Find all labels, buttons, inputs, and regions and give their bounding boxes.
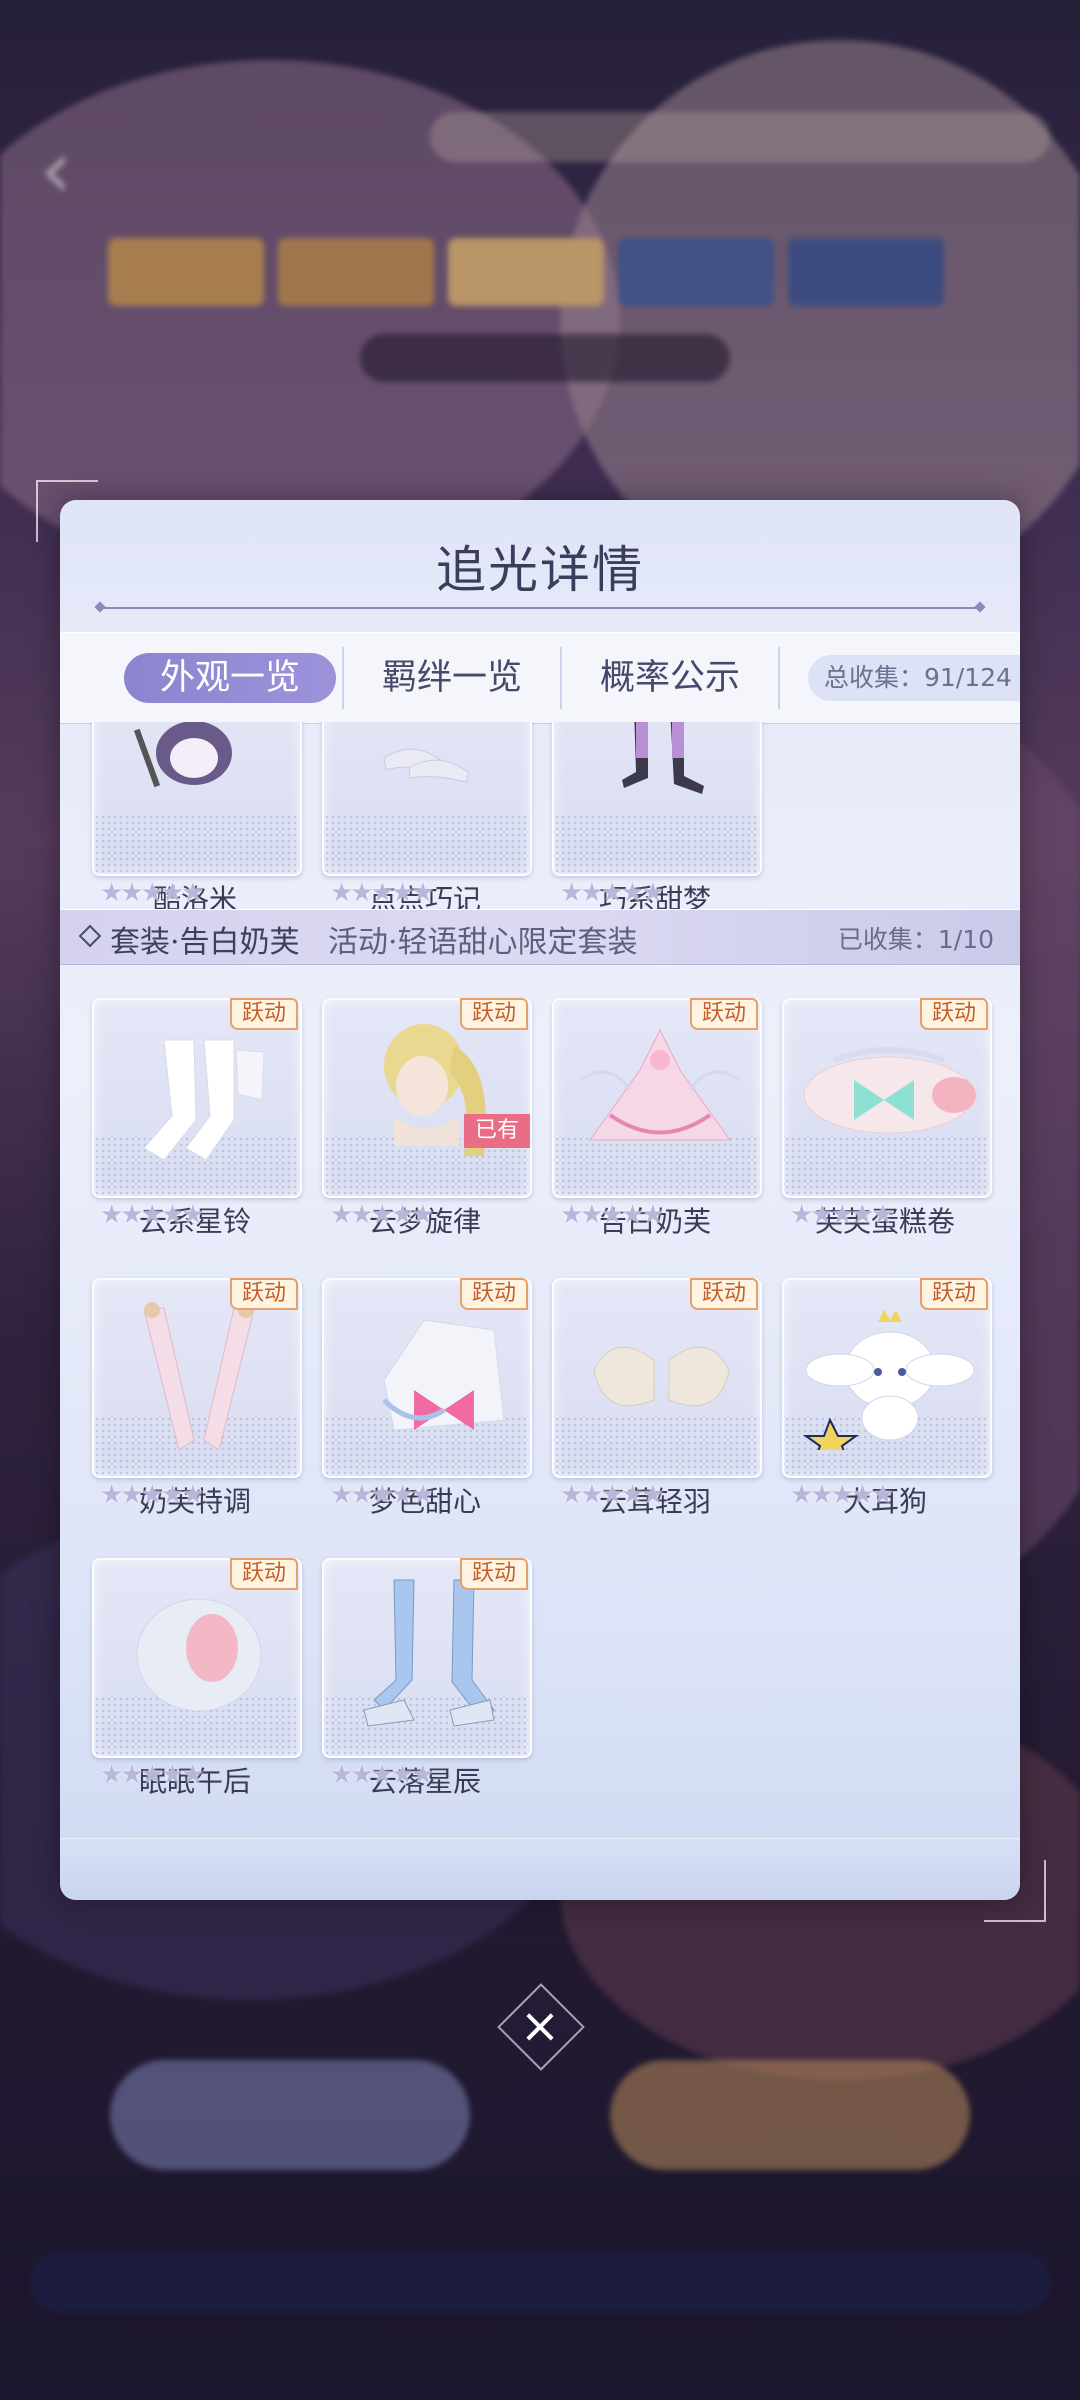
list-item[interactable]: 跃动 ★★★★★ 云茸轻羽: [552, 1278, 762, 1518]
event-badge: 跃动: [690, 1278, 758, 1310]
rarity-stars: ★★★★★: [560, 1200, 665, 1230]
shoes-art: [383, 748, 470, 783]
heels-art: [363, 1579, 495, 1727]
tab-separator: [778, 647, 780, 709]
event-badge: 跃动: [920, 998, 988, 1030]
rarity-stars: ★★★★★: [330, 878, 435, 908]
cinnamoroll-art: [802, 1310, 975, 1450]
diamond-icon: [78, 924, 102, 948]
event-badge: 跃动: [230, 1558, 298, 1590]
tab-separator: [342, 647, 344, 709]
tab-probability[interactable]: 概率公示: [570, 653, 770, 703]
item-card: [92, 722, 302, 876]
rarity-stars: ★★★★★: [100, 1200, 205, 1230]
owned-tag: 已有: [464, 1114, 530, 1148]
modal-title: 追光详情: [436, 541, 644, 599]
floor-mat-art: [136, 1598, 262, 1712]
list-item[interactable]: 跃动 ★★★★★ 眠眠午后: [92, 1558, 302, 1798]
rarity-stars: ★★★★★: [560, 1480, 665, 1510]
set-event-label: 活动·轻语甜心限定套装: [328, 925, 638, 960]
list-item[interactable]: ★★★★★ 点点巧记: [322, 722, 532, 916]
close-icon: ×: [519, 1998, 561, 2054]
skirt-art: [382, 1319, 505, 1431]
dress-art: [579, 1028, 741, 1141]
rarity-stars: ★★★★★: [100, 1480, 205, 1510]
rarity-stars: ★★★★★: [330, 1760, 435, 1790]
title-divider: [100, 607, 980, 609]
details-modal: 追光详情 外观一览 羁绊一览 概率公示 总收集：91/124 ★★★★★ 酷洛米: [60, 500, 1020, 1900]
set-name: 套装·告白奶芙: [110, 925, 300, 960]
rarity-stars: ★★★★★: [790, 1480, 895, 1510]
rarity-stars: ★★★★★: [330, 1480, 435, 1510]
list-item[interactable]: ★★★★★ 巧系甜梦: [552, 722, 762, 916]
event-badge: 跃动: [920, 1278, 988, 1310]
event-badge: 跃动: [460, 1558, 528, 1590]
rarity-stars: ★★★★★: [560, 878, 665, 908]
gloves-art: [143, 1302, 255, 1451]
event-badge: 跃动: [460, 1278, 528, 1310]
list-item[interactable]: 跃动 ★★★★★ 芙芙蛋糕卷: [782, 998, 992, 1238]
total-collected: 总收集：91/124: [808, 655, 1020, 701]
modal-footer: [60, 1838, 1020, 1900]
tab-bonds[interactable]: 羁绊一览: [352, 653, 552, 703]
event-badge: 跃动: [230, 998, 298, 1030]
list-item[interactable]: 跃动 ★★★★★ 梦色甜心: [322, 1278, 532, 1518]
rarity-stars: ★★★★★: [330, 1200, 435, 1230]
item-list[interactable]: ★★★★★ 酷洛米 ★★★★★ 点点巧记 ★★★★★ 巧系甜梦 套装·告白奶芙 …: [60, 722, 1020, 1842]
event-badge: 跃动: [230, 1278, 298, 1310]
list-item[interactable]: 跃动 ★★★★★ 云系星铃: [92, 998, 302, 1238]
item-card: [322, 722, 532, 876]
list-item[interactable]: 跃动 已有 ★★★★★ 云梦旋律: [322, 998, 532, 1238]
rarity-stars: ★★★★★: [100, 878, 205, 908]
list-item[interactable]: 跃动 ★★★★★ 奶芙特调: [92, 1278, 302, 1518]
tab-bar: 外观一览 羁绊一览 概率公示 总收集：91/124: [60, 632, 1020, 724]
set-banner: 套装·告白奶芙 活动·轻语甜心限定套装 已收集：1/10: [60, 909, 1020, 965]
event-badge: 跃动: [690, 998, 758, 1030]
item-card: [552, 722, 762, 876]
rarity-stars: ★★★★★: [100, 1760, 205, 1790]
event-badge: 跃动: [460, 998, 528, 1030]
rarity-stars: ★★★★★: [790, 1200, 895, 1230]
list-item[interactable]: 跃动 ★★★★★ 大耳狗: [782, 1278, 992, 1518]
list-item[interactable]: ★★★★★ 酷洛米: [92, 722, 302, 916]
kuromi-art: [134, 722, 232, 788]
list-item[interactable]: 跃动 ★★★★★ 告白奶芙: [552, 998, 762, 1238]
tab-appearance[interactable]: 外观一览: [124, 653, 336, 703]
close-button[interactable]: ×: [497, 1983, 585, 2071]
boots-art: [622, 722, 704, 794]
set-collected-count: 已收集：1/10: [837, 925, 994, 954]
hair-accessory-art: [803, 1047, 976, 1134]
list-item[interactable]: 跃动 ★★★★★ 云落星辰: [322, 1558, 532, 1798]
wings-art: [593, 1346, 730, 1407]
stockings-art: [143, 1039, 265, 1160]
tab-separator: [560, 647, 562, 709]
